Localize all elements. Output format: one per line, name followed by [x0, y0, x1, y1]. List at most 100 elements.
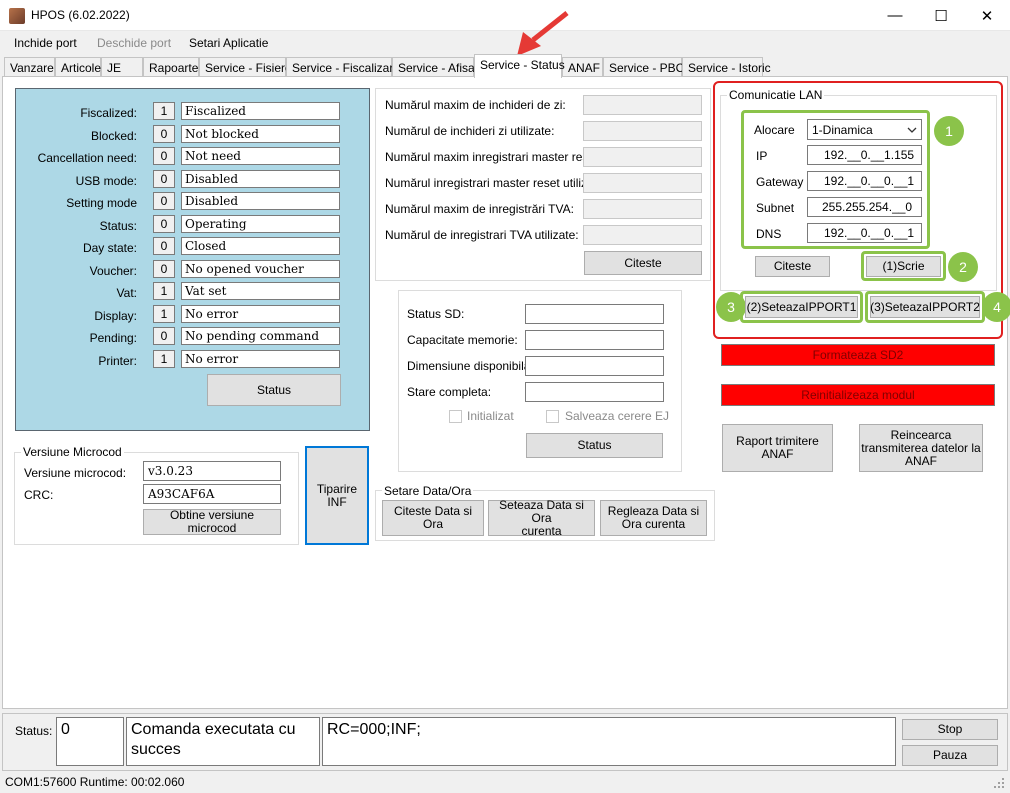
pauza-button[interactable]: Pauza	[902, 745, 998, 766]
status-row-label: Day state:	[82, 241, 137, 255]
status-row-value: No opened voucher	[181, 259, 340, 278]
status-row-code: 0	[153, 327, 175, 345]
annotation-arrow-icon	[517, 11, 569, 56]
maximize-button[interactable]: ☐	[918, 0, 964, 31]
sd-status-button[interactable]: Status	[526, 433, 663, 458]
microcod-group: Versiune microcod: v3.0.23 CRC: A93CAF6A…	[14, 452, 299, 545]
status-row-value: Fiscalized	[181, 102, 340, 120]
alocare-select[interactable]: 1-Dinamica	[807, 119, 922, 140]
status-row-code: 1	[153, 349, 175, 368]
raport-trimitere-anaf-button[interactable]: Raport trimitere ANAF	[722, 424, 833, 472]
initializat-label: Initializat	[467, 409, 514, 423]
salveaza-cerere-checkbox[interactable]	[546, 410, 559, 423]
lan-citeste-button[interactable]: Citeste	[755, 256, 830, 277]
status-row-value: No pending command	[181, 327, 340, 345]
reinitializeaza-modul-button[interactable]: Reinitializeaza modul	[721, 384, 995, 406]
status-row-code: 0	[153, 237, 175, 255]
status-row-label: Display:	[94, 308, 137, 323]
counter-field[interactable]	[583, 95, 702, 115]
scrie-button[interactable]: (1)Scrie	[866, 256, 941, 277]
seteaza-data-ora-button[interactable]: Seteaza Data si Ora curenta	[488, 498, 595, 537]
status-row-label: Printer:	[98, 353, 137, 368]
tab-articole[interactable]: Articole	[55, 57, 101, 77]
sd-label: Dimensiune disponibila	[407, 359, 531, 373]
tab-service-istoric[interactable]: Service - Istoric	[682, 57, 771, 77]
counter-field[interactable]	[583, 121, 702, 141]
status-row-label: Pending:	[89, 331, 137, 345]
tab-rapoarte[interactable]: Rapoarte	[143, 57, 199, 77]
bottom-response: RC=000;INF;	[322, 717, 896, 766]
tab-service-afisaj[interactable]: Service - Afisaj	[392, 57, 477, 77]
tab-service-pbc[interactable]: Service - PBC	[603, 57, 684, 77]
tab-vanzare[interactable]: Vanzare	[4, 57, 55, 77]
status-row-label: Cancellation need:	[37, 151, 137, 165]
menu-deschide-port[interactable]: Deschide port	[97, 36, 171, 50]
counter-field[interactable]	[583, 225, 702, 245]
status-row-code: 1	[153, 282, 175, 300]
sd-status-field[interactable]	[525, 304, 664, 324]
bottom-status-code: 0	[56, 717, 124, 766]
sd-label: Stare completa:	[407, 385, 492, 399]
counter-label: Numărul maxim inregistrari master reset:	[385, 150, 602, 164]
tab-service-status[interactable]: Service - Status	[474, 54, 565, 78]
alocare-label: Alocare	[754, 123, 795, 137]
chevron-down-icon	[907, 127, 917, 133]
reincearca-transmitere-button[interactable]: Reincearca transmiterea datelor la ANAF	[859, 424, 983, 472]
badge-4: 4	[982, 292, 1010, 322]
crc-field[interactable]: A93CAF6A	[143, 484, 281, 504]
status-row-code: 0	[153, 124, 175, 143]
tab-anaf[interactable]: ANAF	[562, 57, 603, 77]
status-panel: Fiscalized: 1 Fiscalized Blocked: 0 Not block…	[15, 88, 370, 431]
status-button[interactable]: Status	[207, 374, 341, 406]
microcod-group-title: Versiune Microcod	[21, 445, 124, 459]
tab-service-fiscalizare[interactable]: Service - Fiscalizare	[286, 57, 400, 77]
microcod-version-field[interactable]: v3.0.23	[143, 461, 281, 481]
alocare-value: 1-Dinamica	[812, 123, 873, 137]
seteaza-ipport1-button[interactable]: (2)SeteazaIPPORT1	[745, 296, 858, 318]
ip-label: IP	[756, 149, 768, 163]
subnet-label: Subnet	[756, 201, 795, 215]
obtine-versiune-button[interactable]: Obtine versiune microcod	[143, 509, 281, 535]
stop-button[interactable]: Stop	[902, 719, 998, 740]
sd-available-field[interactable]	[525, 356, 664, 376]
status-row-label: Voucher:	[89, 263, 137, 278]
counter-label: Numărul de inregistrari TVA utilizate:	[385, 228, 579, 242]
menu-setari-aplicatie[interactable]: Setari Aplicatie	[189, 36, 268, 50]
initializat-checkbox[interactable]	[449, 410, 462, 423]
data-ora-group-title: Setare Data/Ora	[382, 484, 474, 498]
resize-grip-icon[interactable]	[993, 777, 1005, 789]
status-row-code: 1	[153, 102, 175, 120]
status-row-code: 1	[153, 304, 175, 323]
status-row-code: 0	[153, 169, 175, 188]
gateway-input[interactable]: 192.__0.__0.__1	[807, 171, 922, 191]
status-row-code: 0	[153, 214, 175, 233]
tiparire-inf-button[interactable]: Tiparire INF	[305, 446, 369, 545]
tab-je[interactable]: JE	[101, 57, 143, 77]
sd-group: Status SD: Capacitate memorie: Dimensiun…	[398, 290, 682, 472]
status-row-value: Not need	[181, 147, 340, 165]
close-button[interactable]: ✕	[964, 0, 1010, 31]
menu-inchide-port[interactable]: Inchide port	[14, 36, 77, 50]
counter-field[interactable]	[583, 199, 702, 219]
sd-complete-field[interactable]	[525, 382, 664, 402]
formateaza-sd2-button[interactable]: Formateaza SD2	[721, 344, 995, 366]
counters-citeste-button[interactable]: Citeste	[584, 251, 702, 275]
status-row-label: Setting mode	[66, 196, 137, 210]
sd-capacity-field[interactable]	[525, 330, 664, 350]
seteaza-ipport2-button[interactable]: (3)SeteazaIPPORT2	[870, 296, 980, 318]
salveaza-cerere-label: Salveaza cerere EJ	[565, 409, 670, 423]
status-row-value: Disabled	[181, 169, 340, 188]
tab-service-fisiere[interactable]: Service - Fisiere	[199, 57, 292, 77]
subnet-input[interactable]: 255.255.254.__0	[807, 197, 922, 217]
sd-label: Status SD:	[407, 307, 465, 321]
dns-input[interactable]: 192.__0.__0.__1	[807, 223, 922, 243]
status-row-code: 0	[153, 192, 175, 210]
window-title: HPOS (6.02.2022)	[31, 8, 130, 22]
counter-field[interactable]	[583, 147, 702, 167]
regleaza-data-ora-button[interactable]: Regleaza Data si Ora curenta	[600, 500, 707, 536]
counters-group: Numărul maxim de inchideri de zi: Număru…	[375, 88, 711, 281]
ip-input[interactable]: 192.__0.__1.155	[807, 145, 922, 165]
counter-field[interactable]	[583, 173, 702, 193]
citeste-data-ora-button[interactable]: Citeste Data si Ora	[382, 500, 484, 536]
minimize-button[interactable]: —	[872, 0, 918, 31]
